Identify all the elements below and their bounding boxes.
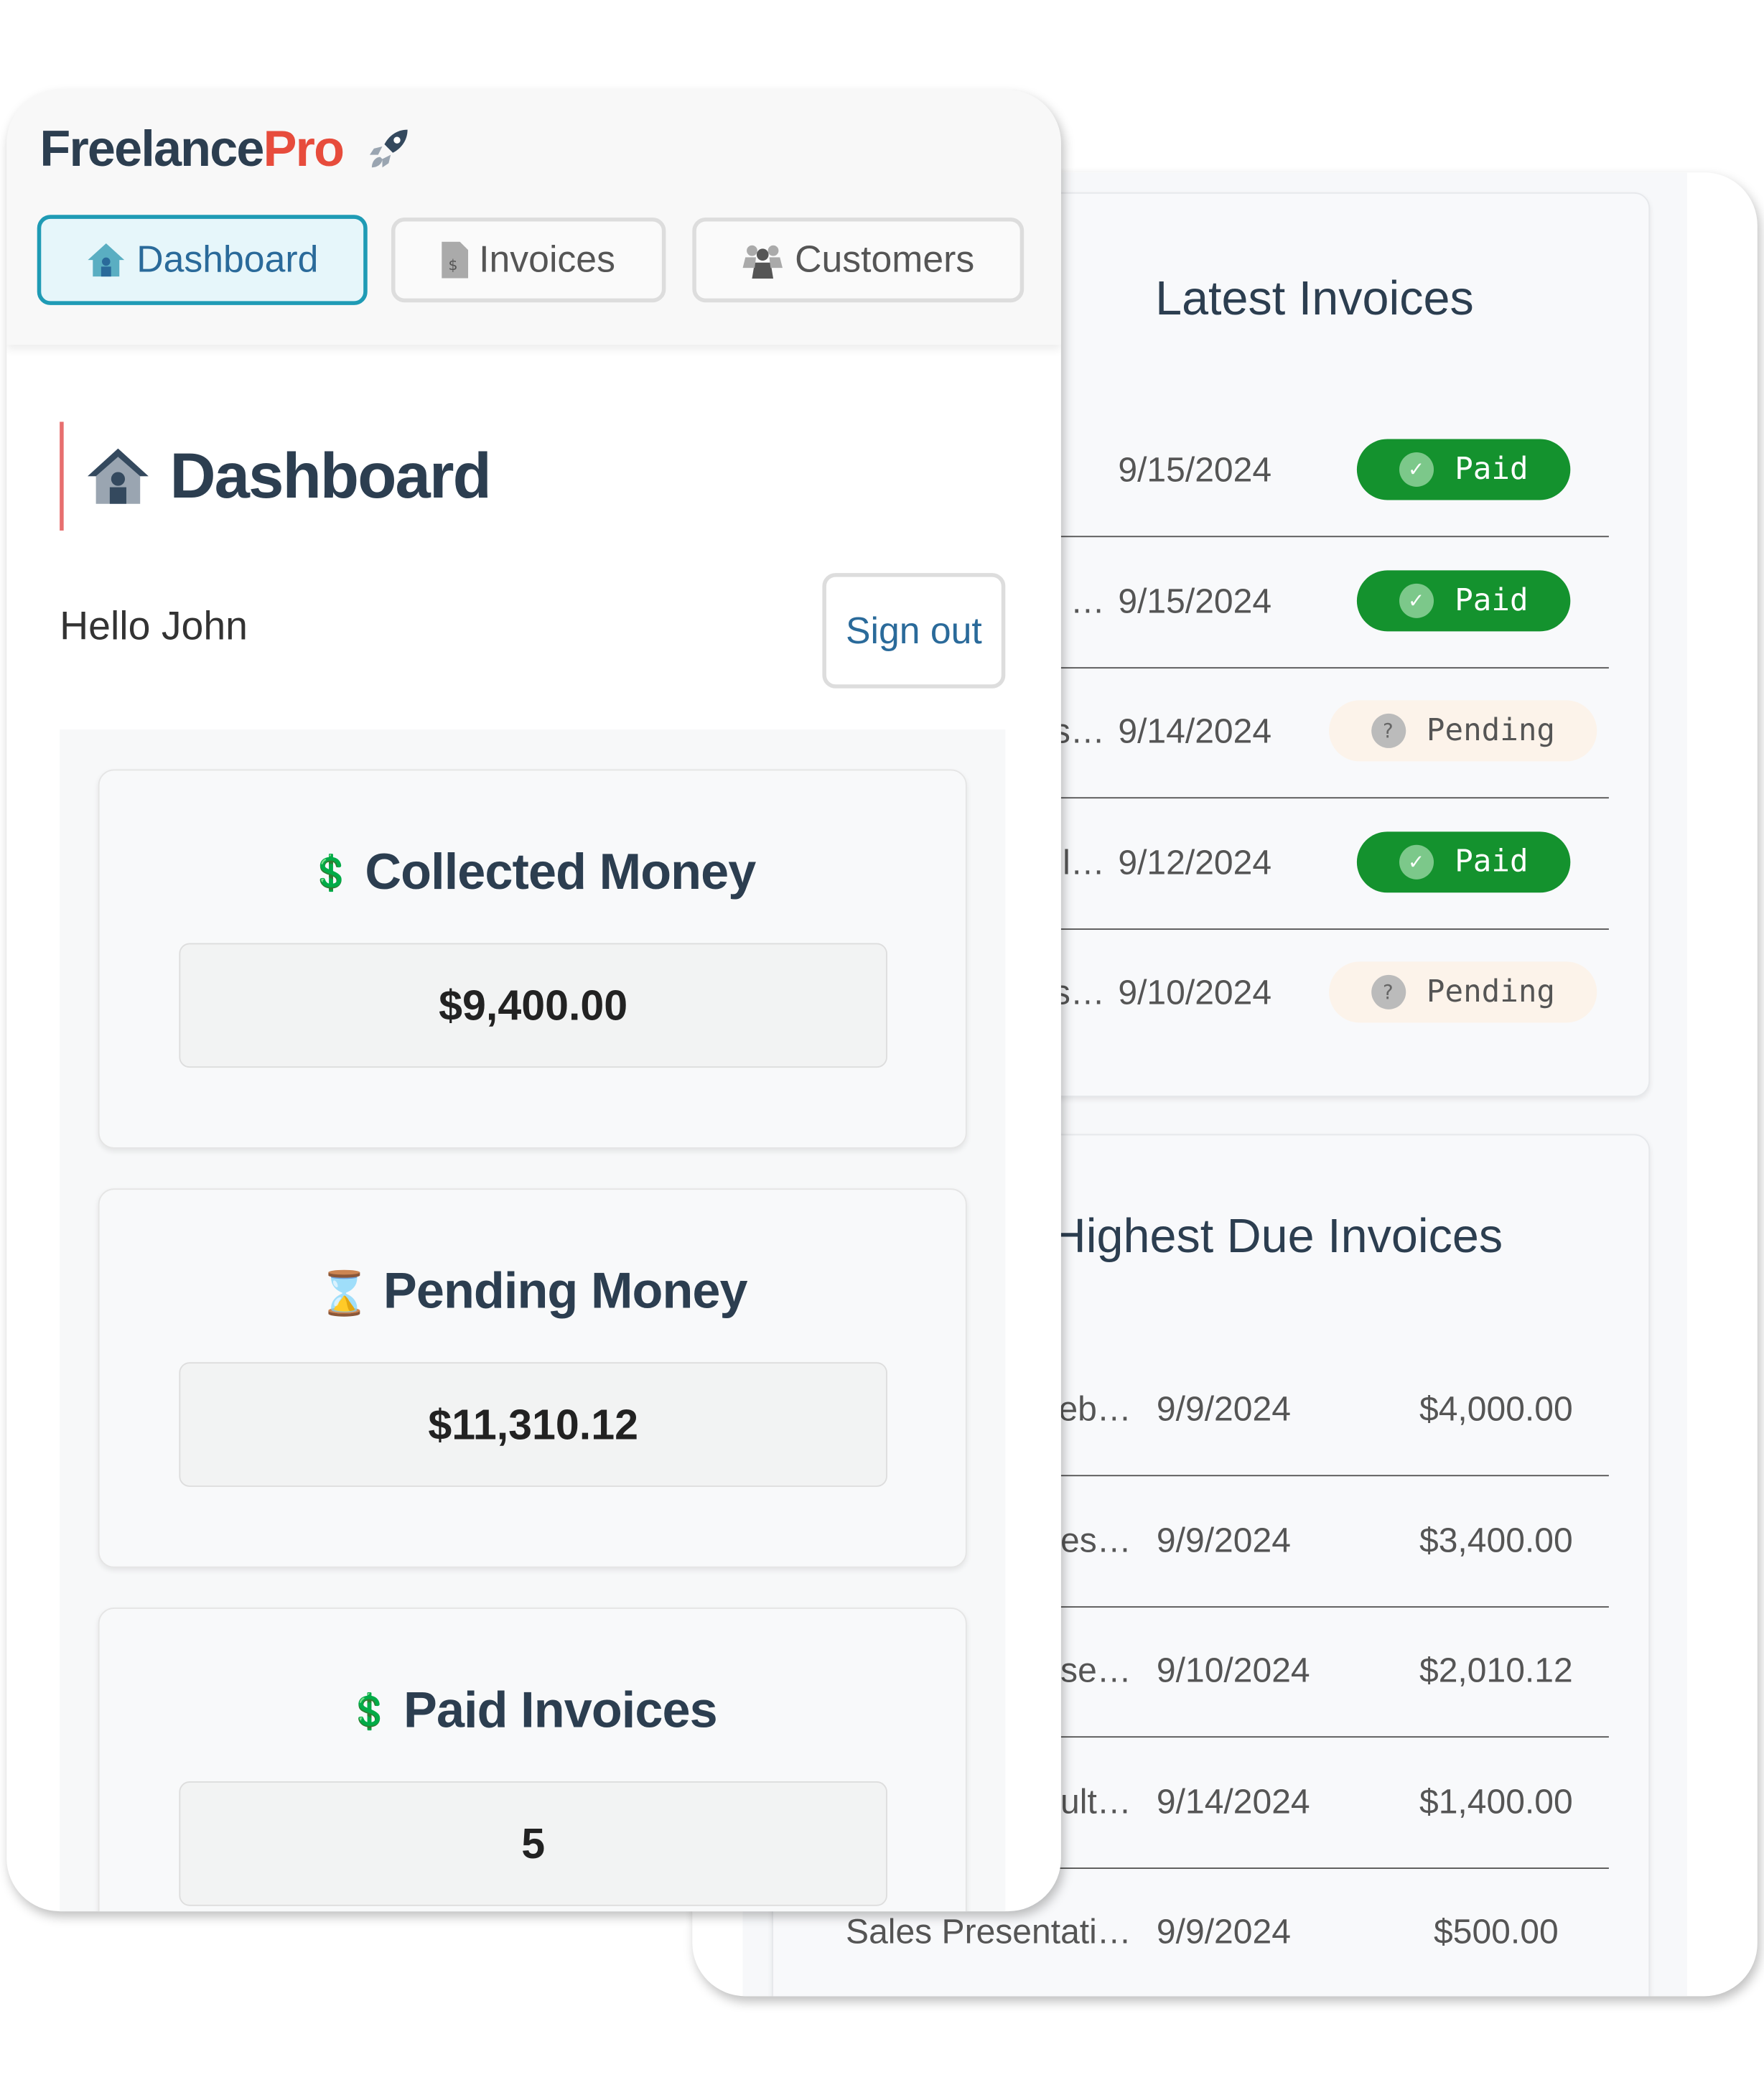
header: FreelancePro Dashboard $ Invoices Custom… [6,90,1061,345]
page-title: Dashboard [169,441,491,512]
stat-value: $9,400.00 [179,943,887,1068]
dashboard-window: FreelancePro Dashboard $ Invoices Custom… [6,90,1061,1912]
invoice-name: eb… [1058,1389,1131,1429]
page-heading: Dashboard [60,421,492,531]
hourglass-icon: ⌛ [317,1269,371,1317]
invoice-date: 9/12/2024 [1118,841,1272,882]
stats-area: 💲 Collected Money $9,400.00 ⌛ Pending Mone… [60,729,1006,1912]
hand-dollar-icon: 💲 [309,852,353,893]
invoice-amount: $500.00 [1434,1911,1559,1951]
logo[interactable]: FreelancePro [39,122,414,179]
rocket-icon [370,129,409,168]
question-circle-icon: ? [1371,974,1406,1009]
latest-invoices-title: Latest Invoices [1155,270,1474,325]
invoice-date: 9/9/2024 [1156,1911,1291,1951]
tab-customers[interactable]: Customers [692,217,1025,303]
question-circle-icon: ? [1371,713,1406,748]
invoice-amount: $1,400.00 [1419,1781,1573,1821]
invoice-date: 9/10/2024 [1156,1650,1310,1690]
status-badge: ✓ Paid [1356,569,1571,631]
check-circle-icon: ✓ [1399,844,1434,879]
stat-value: 5 [179,1781,887,1906]
invoice-name: se… [1060,1650,1131,1690]
check-circle-icon: ✓ [1399,452,1434,487]
stat-card-pending: ⌛ Pending Money $11,310.12 [98,1188,967,1568]
invoice-icon: $ [442,241,469,279]
tab-dashboard[interactable]: Dashboard [37,215,368,305]
hand-dollar-icon: 💲 [347,1691,391,1731]
status-badge: ? Pending [1329,961,1597,1023]
status-badge: ✓ Paid [1356,439,1571,500]
invoice-name: l… [1063,841,1105,882]
invoice-name: es… [1060,1519,1131,1559]
invoice-date: 9/15/2024 [1118,580,1272,620]
stat-card-paid-invoices: 💲 Paid Invoices 5 [98,1608,967,1912]
invoice-amount: $4,000.00 [1419,1389,1573,1429]
sign-out-button[interactable]: Sign out [822,573,1006,689]
svg-text:$: $ [449,256,458,274]
stat-card-collected: 💲 Collected Money $9,400.00 [98,769,967,1149]
invoice-date: 9/15/2024 [1118,449,1272,490]
check-circle-icon: ✓ [1399,582,1434,617]
house-icon [88,243,125,277]
invoice-name: Sales Presentati… [846,1911,1131,1951]
status-badge: ? Pending [1329,700,1597,762]
invoice-date: 9/10/2024 [1118,972,1272,1012]
users-icon [743,245,783,279]
invoice-date: 9/14/2024 [1156,1781,1310,1821]
invoice-date: 9/9/2024 [1156,1519,1291,1559]
invoice-date: 9/9/2024 [1156,1389,1291,1429]
greeting: Hello John [60,605,248,649]
invoice-name: … [1070,580,1105,620]
invoice-amount: $3,400.00 [1419,1519,1573,1559]
status-badge: ✓ Paid [1356,831,1571,892]
stat-value: $11,310.12 [179,1362,887,1487]
invoice-date: 9/14/2024 [1118,711,1272,751]
invoice-amount: $2,010.12 [1419,1650,1573,1690]
tab-invoices[interactable]: $ Invoices [391,217,666,303]
house-icon [88,448,149,504]
